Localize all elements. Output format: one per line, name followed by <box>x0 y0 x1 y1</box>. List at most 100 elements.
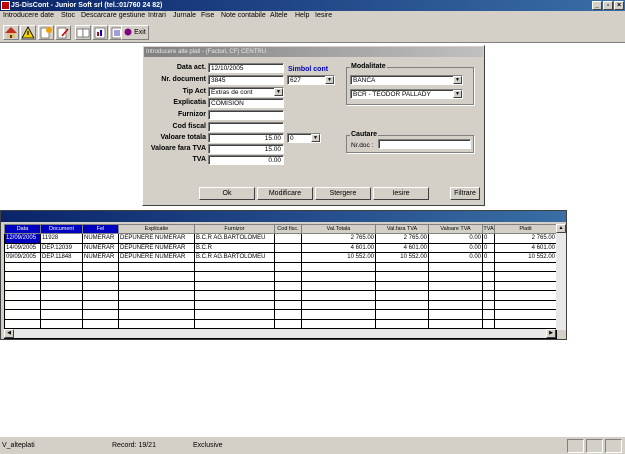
minimize-button[interactable]: _ <box>592 1 602 10</box>
cell-val-fara-tva[interactable]: 10 552.00 <box>375 252 429 263</box>
table-row-empty[interactable] <box>4 280 557 291</box>
cell-val-fara-tva[interactable]: 2 765.00 <box>375 233 429 244</box>
cell-furnizor[interactable]: B.C.R AG.BARTOLOMEU <box>194 252 275 263</box>
cell-explicatie[interactable]: DEPUNERE NUMERAR <box>118 233 195 244</box>
exit-button[interactable]: Exit <box>121 25 149 40</box>
menu-fise[interactable]: Fise <box>201 12 214 19</box>
valoare-totala-field[interactable]: 15.00 <box>208 133 284 143</box>
home-icon[interactable] <box>3 25 19 40</box>
col-header-document[interactable]: Document <box>40 224 83 234</box>
col-header-platit[interactable]: Platit <box>494 224 557 234</box>
scroll-up-icon[interactable]: ▲ <box>556 224 566 233</box>
col-header-fel[interactable]: Fel <box>82 224 119 234</box>
simbol-cont-select[interactable]: 627 ▼ <box>287 75 335 85</box>
ok-button[interactable]: Ok <box>199 187 255 200</box>
col-header-valoare-tva[interactable]: Valoare TVA <box>428 224 483 234</box>
cell-platit[interactable]: 4 601.00 <box>494 242 557 253</box>
menu-note-contabile[interactable]: Note contabile <box>221 12 266 19</box>
chevron-down-icon[interactable]: ▼ <box>453 76 462 84</box>
col-header-data[interactable]: Data <box>4 224 41 234</box>
col-header-furnizor[interactable]: Furnizor <box>194 224 275 234</box>
menu-jurnale[interactable]: Jurnale <box>173 12 196 19</box>
cell-data[interactable]: 12/09/2005 <box>4 233 41 244</box>
book-icon[interactable] <box>75 25 91 40</box>
tva-field[interactable]: 0.00 <box>208 155 284 165</box>
warning-icon[interactable] <box>20 25 36 40</box>
cell-cod-fisc[interactable] <box>274 252 302 263</box>
iesire-button[interactable]: Iesire <box>373 187 429 200</box>
cell-document[interactable]: DEP.11848 <box>40 252 83 263</box>
cell-explicatie[interactable]: DEPUNERE NUMERAR <box>118 242 195 253</box>
cell-explicatie[interactable]: DEPUNERE NUMERAR <box>118 252 195 263</box>
menu-iesire[interactable]: Iesire <box>315 12 332 19</box>
cell-platit[interactable]: 2 765.00 <box>494 233 557 244</box>
col-header-explicatie[interactable]: Explicatie <box>118 224 195 234</box>
cell-val-totala[interactable]: 4 601.00 <box>301 242 376 253</box>
nr-document-field[interactable]: 3845 <box>208 75 284 85</box>
maximize-button[interactable]: ▫ <box>603 1 613 10</box>
cell-fel[interactable]: NUMERAR <box>82 252 119 263</box>
cell-data[interactable]: 09/09/2005 <box>4 252 41 263</box>
table-row-empty[interactable] <box>4 309 557 320</box>
furnizor-field[interactable] <box>208 110 284 120</box>
table-row-empty[interactable] <box>4 290 557 301</box>
chevron-down-icon[interactable]: ▼ <box>274 88 283 96</box>
valoare-fara-tva-field[interactable]: 15.00 <box>208 144 284 154</box>
cell-furnizor[interactable]: B.C.R AG.BARTOLOMEU <box>194 233 275 244</box>
cell-furnizor[interactable]: B.C.R <box>194 242 275 253</box>
scroll-right-icon[interactable]: ▶ <box>546 329 556 338</box>
table-row[interactable]: 09/09/2005 DEP.11848 NUMERAR DEPUNERE NU… <box>4 252 557 263</box>
table-row-empty[interactable] <box>4 318 557 329</box>
cell-tva[interactable]: 0 <box>482 242 495 253</box>
cell-document[interactable]: 11928 <box>40 233 83 244</box>
tva-rate-select[interactable]: 0 ▼ <box>287 133 321 143</box>
filtrare-button[interactable]: Filtrare <box>450 187 480 200</box>
cell-document[interactable]: DEP.12039 <box>40 242 83 253</box>
table-row-empty[interactable] <box>4 271 557 282</box>
col-header-tva[interactable]: TVA <box>482 224 495 234</box>
cod-fiscal-field[interactable] <box>208 122 284 132</box>
menu-altele[interactable]: Altele <box>270 12 288 19</box>
stergere-button[interactable]: Stergere <box>315 187 371 200</box>
cell-platit[interactable]: 10 552.00 <box>494 252 557 263</box>
cell-valoare-tva[interactable]: 0.00 <box>428 242 483 253</box>
table-row-empty[interactable] <box>4 261 557 272</box>
menu-intrari[interactable]: Intrari <box>148 12 166 19</box>
cell-val-totala[interactable]: 2 765.00 <box>301 233 376 244</box>
cell-tva[interactable]: 0 <box>482 233 495 244</box>
banca-select[interactable]: BCR - TEODOR PALLADY ▼ <box>350 89 463 99</box>
modalitate-select[interactable]: BANCA ▼ <box>350 75 463 85</box>
data-act-field[interactable]: 12/10/2005 <box>208 63 284 73</box>
edit-document-icon[interactable] <box>55 25 71 40</box>
cell-data[interactable]: 14/09/2005 <box>4 242 41 253</box>
menu-introducere-date[interactable]: Introducere date <box>3 12 54 19</box>
menu-stoc[interactable]: Stoc <box>61 12 75 19</box>
cell-val-fara-tva[interactable]: 4 601.00 <box>375 242 429 253</box>
cell-val-totala[interactable]: 10 552.00 <box>301 252 376 263</box>
cell-fel[interactable]: NUMERAR <box>82 233 119 244</box>
cell-fel[interactable]: NUMERAR <box>82 242 119 253</box>
close-button[interactable]: × <box>614 1 624 10</box>
cell-valoare-tva[interactable]: 0.00 <box>428 252 483 263</box>
col-header-cod-fisc[interactable]: Cod fisc. <box>274 224 302 234</box>
table-row-empty[interactable] <box>4 299 557 310</box>
vertical-scrollbar[interactable]: ▲ <box>556 224 566 330</box>
chevron-down-icon[interactable]: ▼ <box>453 90 462 98</box>
chevron-down-icon[interactable]: ▼ <box>325 76 334 84</box>
scroll-left-icon[interactable]: ◀ <box>4 329 14 338</box>
menu-help[interactable]: Help <box>295 12 309 19</box>
chevron-down-icon[interactable]: ▼ <box>311 134 320 142</box>
report-icon[interactable] <box>92 25 108 40</box>
cell-tva[interactable]: 0 <box>482 252 495 263</box>
horizontal-scrollbar[interactable]: ◀ ▶ <box>4 329 556 338</box>
tip-act-select[interactable]: Extras de cont ▼ <box>208 87 284 97</box>
menu-descarcare-gestiune[interactable]: Descarcare gestiune <box>81 12 145 19</box>
cell-cod-fisc[interactable] <box>274 233 302 244</box>
cell-valoare-tva[interactable]: 0.00 <box>428 233 483 244</box>
cell-cod-fisc[interactable] <box>274 242 302 253</box>
document-star-icon[interactable] <box>38 25 54 40</box>
table-row[interactable]: 12/09/2005 11928 NUMERAR DEPUNERE NUMERA… <box>4 233 557 244</box>
modificare-button[interactable]: Modificare <box>257 187 313 200</box>
col-header-val-totala[interactable]: Val.Totala <box>301 224 376 234</box>
col-header-val-fara-tva[interactable]: Val.fara TVA <box>375 224 429 234</box>
